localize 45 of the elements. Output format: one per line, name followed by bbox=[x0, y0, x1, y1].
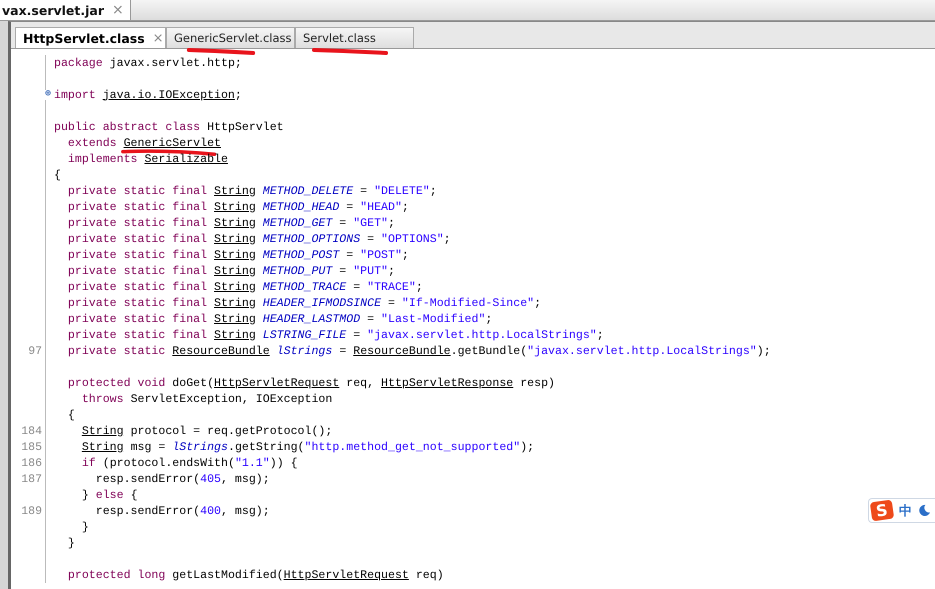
code-line: import java.io.IOException; bbox=[54, 88, 242, 102]
file-tab[interactable]: HttpServlet.class × bbox=[15, 27, 166, 48]
code-line: String msg = lStrings.getString("http.method_get_not_supported"); bbox=[80, 440, 534, 454]
code-line: resp.sendError(400, msg); bbox=[94, 504, 270, 518]
code-line: private static final String METHOD_POST = "POST"; bbox=[66, 248, 409, 262]
file-tab[interactable]: Servlet.class bbox=[295, 27, 414, 48]
line-number: 184 bbox=[21, 424, 43, 438]
code-line: private static final String METHOD_GET = "GET"; bbox=[66, 216, 395, 230]
code-line: private static final String LSTRING_FILE = "javax.servlet.http.LocalStrings"; bbox=[66, 328, 604, 342]
code-line: public abstract class HttpServlet bbox=[54, 120, 284, 134]
ime-mode[interactable]: 中 bbox=[899, 502, 912, 520]
code-line: resp.sendError(405, msg); bbox=[94, 472, 270, 486]
code-line: String protocol = req.getProtocol(); bbox=[80, 424, 332, 438]
code-line: private static final String HEADER_IFMODSINCE = "If-Modified-Since"; bbox=[66, 296, 542, 310]
code-line: { bbox=[54, 168, 61, 182]
code-line: throws ServletException, IOException bbox=[80, 392, 332, 406]
code-line: private static final String METHOD_OPTIONS = "OPTIONS"; bbox=[66, 232, 451, 246]
line-number: 185 bbox=[21, 440, 43, 454]
code-line: protected void doGet(HttpServletRequest req, HttpServletResponse resp) bbox=[66, 376, 556, 390]
line-number: 97 bbox=[28, 344, 43, 358]
code-line: { bbox=[66, 408, 75, 422]
input-method-bar[interactable]: S 中 bbox=[868, 498, 935, 523]
expand-icon[interactable]: ⊕ bbox=[44, 90, 51, 100]
code-line: private static final String HEADER_LASTMOD = "Last-Modified"; bbox=[66, 312, 492, 326]
file-tab[interactable]: vax.servlet.jar × bbox=[0, 0, 131, 20]
ime-logo: S bbox=[870, 500, 894, 522]
code-line: private static final String METHOD_DELETE = "DELETE"; bbox=[66, 184, 437, 198]
code-line: package javax.servlet.http; bbox=[54, 56, 242, 70]
code-line: extends GenericServlet bbox=[66, 136, 221, 150]
line-number: 187 bbox=[21, 472, 43, 486]
code-line: } bbox=[80, 520, 89, 534]
code-line: implements Serializable bbox=[66, 152, 228, 166]
line-number: 189 bbox=[21, 504, 43, 518]
close-icon[interactable]: × bbox=[152, 30, 164, 46]
close-icon[interactable]: × bbox=[112, 2, 124, 18]
file-tab[interactable]: GenericServlet.class bbox=[166, 27, 295, 48]
code-line: private static final String METHOD_TRACE = "TRACE"; bbox=[66, 280, 423, 294]
line-number: 186 bbox=[21, 456, 43, 470]
code-line: } else { bbox=[80, 488, 138, 502]
code-line: private static final String METHOD_HEAD = "HEAD"; bbox=[66, 200, 409, 214]
code-line: private static final String METHOD_PUT = "PUT"; bbox=[66, 264, 395, 278]
code-line: } bbox=[66, 536, 75, 550]
code-line: protected long getLastModified(HttpServletRequest req) bbox=[66, 568, 444, 582]
code-line: private static ResourceBundle lStrings = ResourceBundle.getBundle("javax.servlet.http.LocalStrings"); bbox=[66, 344, 771, 358]
code-line: if (protocol.endsWith("1.1")) { bbox=[80, 456, 298, 470]
